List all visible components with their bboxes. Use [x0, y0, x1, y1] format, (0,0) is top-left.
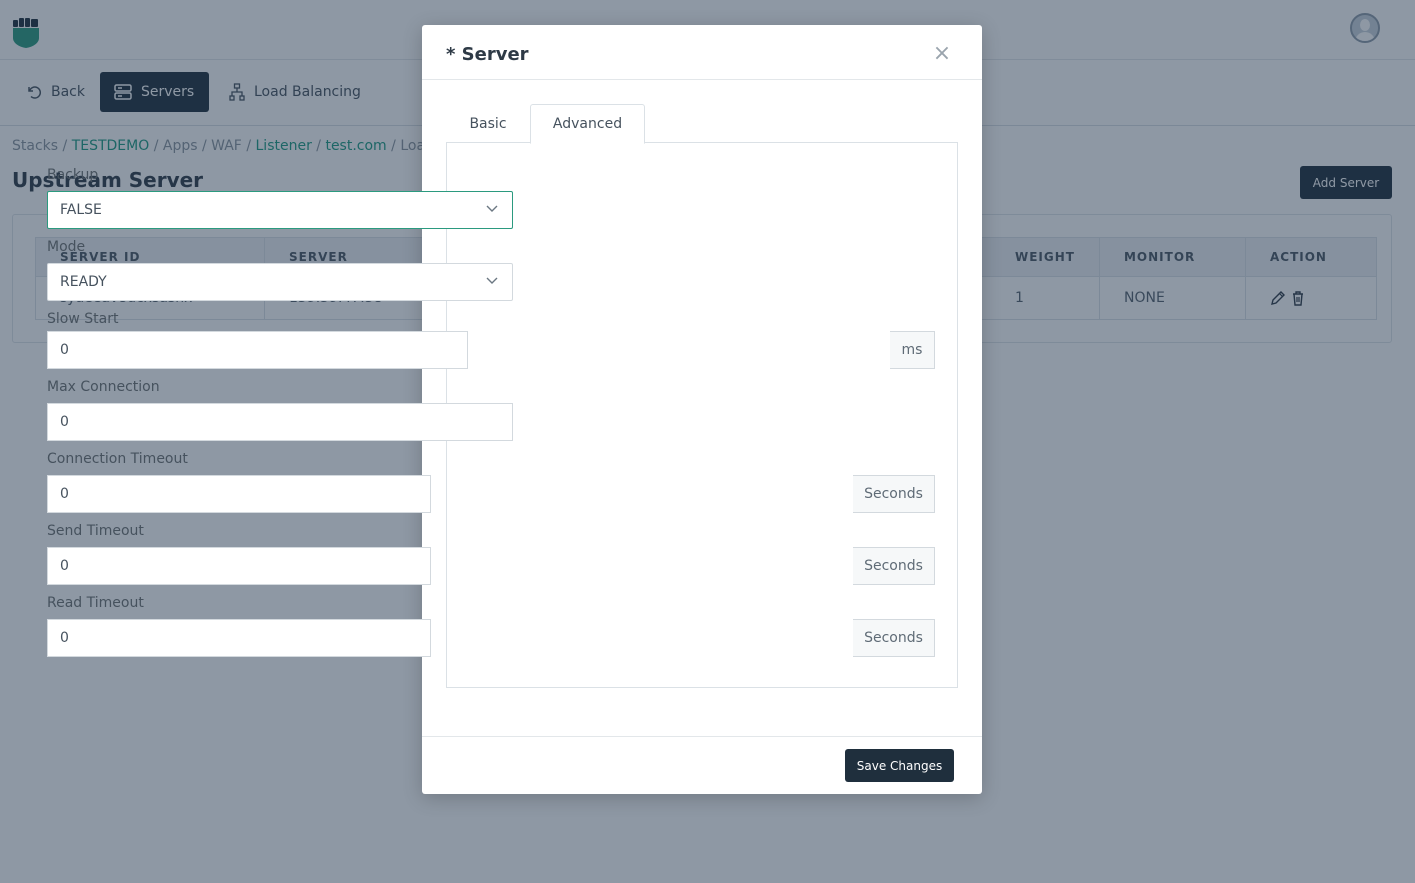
- modal-footer: Save Changes: [422, 736, 982, 794]
- modal-title: * Server: [446, 44, 529, 65]
- connection-timeout-unit: Seconds: [853, 475, 935, 513]
- slow-start-input[interactable]: 0: [47, 331, 468, 369]
- slow-start-label: Slow Start: [47, 311, 119, 327]
- chevron-down-icon: [486, 277, 498, 284]
- send-timeout-input[interactable]: 0: [47, 547, 431, 585]
- backup-select[interactable]: FALSE: [47, 191, 513, 229]
- tab-basic[interactable]: Basic: [446, 104, 530, 143]
- mode-select[interactable]: READY: [47, 263, 513, 301]
- read-timeout-label: Read Timeout: [47, 595, 144, 611]
- mode-value: READY: [60, 274, 107, 290]
- save-changes-button[interactable]: Save Changes: [845, 749, 954, 782]
- close-icon[interactable]: ×: [932, 43, 952, 65]
- tab-advanced[interactable]: Advanced: [530, 104, 645, 144]
- read-timeout-input[interactable]: 0: [47, 619, 431, 657]
- send-timeout-label: Send Timeout: [47, 523, 144, 539]
- max-connection-label: Max Connection: [47, 379, 160, 395]
- max-connection-input[interactable]: 0: [47, 403, 513, 441]
- backup-value: FALSE: [60, 202, 102, 218]
- mode-label: Mode: [47, 239, 86, 255]
- advanced-tab-panel: [446, 142, 958, 688]
- slow-start-unit: ms: [890, 331, 935, 369]
- backup-label: Backup: [47, 167, 99, 183]
- connection-timeout-label: Connection Timeout: [47, 451, 188, 467]
- chevron-down-icon: [486, 205, 498, 212]
- modal-tabs: Basic Advanced: [446, 104, 958, 144]
- connection-timeout-input[interactable]: 0: [47, 475, 431, 513]
- send-timeout-unit: Seconds: [853, 547, 935, 585]
- read-timeout-unit: Seconds: [853, 619, 935, 657]
- modal-header: * Server ×: [422, 25, 982, 80]
